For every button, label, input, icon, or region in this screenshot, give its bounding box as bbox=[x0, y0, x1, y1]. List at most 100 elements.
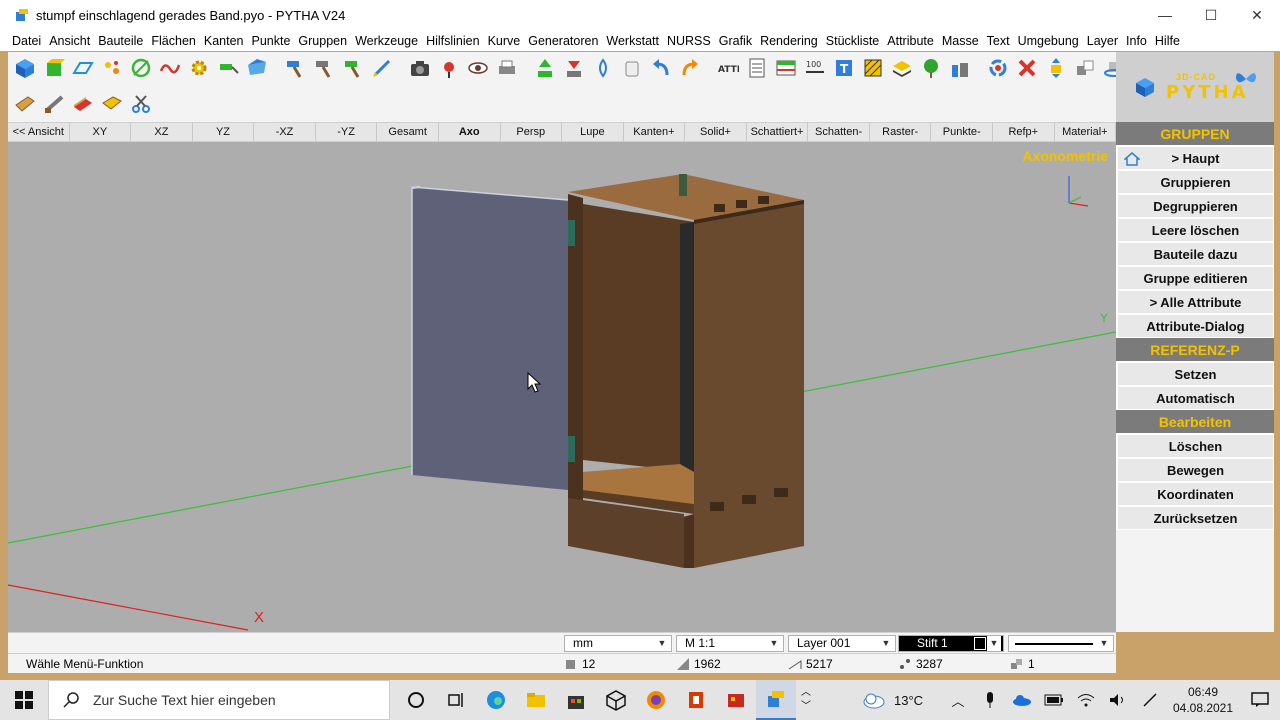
drill-tool-button[interactable] bbox=[215, 54, 241, 82]
view-button[interactable]: Schatten- bbox=[808, 123, 870, 141]
wifi-button[interactable] bbox=[1070, 680, 1102, 720]
firefox-button[interactable] bbox=[636, 680, 676, 720]
menu-datei[interactable]: Datei bbox=[8, 34, 45, 48]
curve-tool-button[interactable] bbox=[157, 54, 183, 82]
panel-item-group[interactable]: Gruppe editieren bbox=[1116, 266, 1274, 290]
panel-item-group[interactable]: Leere löschen bbox=[1116, 218, 1274, 242]
view-button[interactable]: -YZ bbox=[316, 123, 378, 141]
drawer-button[interactable] bbox=[99, 90, 125, 118]
hatch-button[interactable] bbox=[860, 54, 886, 82]
panel-item-edit[interactable]: Bewegen bbox=[1116, 458, 1274, 482]
view-button[interactable]: Material+ bbox=[1055, 123, 1117, 141]
menu-info[interactable]: Info bbox=[1122, 34, 1151, 48]
menu-flaechen[interactable]: Flächen bbox=[147, 34, 199, 48]
eye-button[interactable] bbox=[465, 54, 491, 82]
cube-tool-button[interactable] bbox=[12, 54, 38, 82]
box-tool-button[interactable] bbox=[41, 54, 67, 82]
panel-item-group[interactable]: > Alle Attribute bbox=[1116, 290, 1274, 314]
view-button[interactable]: Gesamt bbox=[377, 123, 439, 141]
edge-browser-button[interactable] bbox=[476, 680, 516, 720]
pen-button[interactable] bbox=[1134, 680, 1166, 720]
panel-item-edit[interactable]: Zurücksetzen bbox=[1116, 506, 1274, 530]
layer-button[interactable] bbox=[889, 54, 915, 82]
menu-generatoren[interactable]: Generatoren bbox=[524, 34, 602, 48]
menu-punkte[interactable]: Punkte bbox=[247, 34, 294, 48]
pen-select[interactable]: Stift 1 ▼ bbox=[898, 635, 1004, 652]
view-button[interactable]: Refp+ bbox=[993, 123, 1055, 141]
hammer-green-button[interactable] bbox=[340, 54, 366, 82]
menu-umgebung[interactable]: Umgebung bbox=[1014, 34, 1083, 48]
export-button[interactable] bbox=[561, 54, 587, 82]
menu-text[interactable]: Text bbox=[983, 34, 1014, 48]
office-button[interactable] bbox=[676, 680, 716, 720]
panel-item-haupt[interactable]: > Haupt bbox=[1116, 146, 1274, 170]
onedrive-button[interactable] bbox=[1006, 680, 1038, 720]
tree-button[interactable] bbox=[918, 54, 944, 82]
menu-kanten[interactable]: Kanten bbox=[200, 34, 248, 48]
scale-select[interactable]: M 1:1 ▼ bbox=[676, 635, 784, 652]
menu-hilfe[interactable]: Hilfe bbox=[1151, 34, 1184, 48]
cut-button[interactable] bbox=[128, 90, 154, 118]
refresh-button[interactable] bbox=[985, 54, 1011, 82]
view-button[interactable]: Punkte- bbox=[931, 123, 993, 141]
menu-attribute[interactable]: Attribute bbox=[883, 34, 938, 48]
close-button[interactable]: ✕ bbox=[1234, 0, 1280, 30]
menu-masse[interactable]: Masse bbox=[938, 34, 983, 48]
panel-item-edit[interactable]: Löschen bbox=[1116, 434, 1274, 458]
taskbar-clock[interactable]: 06:49 04.08.2021 bbox=[1166, 684, 1240, 716]
redo-button[interactable] bbox=[677, 54, 703, 82]
menu-werkzeuge[interactable]: Werkzeuge bbox=[351, 34, 422, 48]
camera-button[interactable] bbox=[407, 54, 433, 82]
door-panel[interactable] bbox=[411, 186, 575, 490]
panel-item-edit[interactable]: Koordinaten bbox=[1116, 482, 1274, 506]
circle-tool-button[interactable] bbox=[128, 54, 154, 82]
menu-gruppen[interactable]: Gruppen bbox=[294, 34, 351, 48]
copy-button[interactable] bbox=[1072, 54, 1098, 82]
battery-button[interactable] bbox=[1038, 680, 1070, 720]
hammer-gray-button[interactable] bbox=[311, 54, 337, 82]
taskbar-search[interactable]: Zur Suche Text hier eingeben bbox=[48, 680, 390, 720]
maximize-button[interactable]: ☐ bbox=[1188, 0, 1234, 30]
panel-item-group[interactable]: Bauteile dazu bbox=[1116, 242, 1274, 266]
app-red-button[interactable] bbox=[716, 680, 756, 720]
light-button[interactable] bbox=[436, 54, 462, 82]
edge-button[interactable] bbox=[70, 90, 96, 118]
menu-nurss[interactable]: NURSS bbox=[663, 34, 715, 48]
move-button[interactable] bbox=[1043, 54, 1069, 82]
view-button[interactable]: XY bbox=[70, 123, 132, 141]
store-button[interactable] bbox=[556, 680, 596, 720]
pen-tool-button[interactable] bbox=[369, 54, 395, 82]
view-button[interactable]: -XZ bbox=[254, 123, 316, 141]
layer-select[interactable]: Layer 001 ▼ bbox=[788, 635, 896, 652]
view-button[interactable]: Axo bbox=[439, 123, 501, 141]
view-button[interactable]: << Ansicht bbox=[8, 123, 70, 141]
view-button[interactable]: Schattiert+ bbox=[747, 123, 809, 141]
menu-hilfslinien[interactable]: Hilfslinien bbox=[422, 34, 484, 48]
view-button[interactable]: Solid+ bbox=[685, 123, 747, 141]
panel-item-group[interactable]: Degruppieren bbox=[1116, 194, 1274, 218]
bucket-button[interactable] bbox=[619, 54, 645, 82]
delete-button[interactable] bbox=[1014, 54, 1040, 82]
cabinet-model[interactable] bbox=[568, 174, 804, 568]
menu-werkstatt[interactable]: Werkstatt bbox=[602, 34, 663, 48]
view-button[interactable]: Lupe bbox=[562, 123, 624, 141]
panel-item-reference[interactable]: Setzen bbox=[1116, 362, 1274, 386]
menu-kurve[interactable]: Kurve bbox=[484, 34, 525, 48]
view-button[interactable]: Raster- bbox=[870, 123, 932, 141]
microphone-button[interactable] bbox=[974, 680, 1006, 720]
cortana-button[interactable] bbox=[396, 680, 436, 720]
panel-item-group[interactable]: Attribute-Dialog bbox=[1116, 314, 1274, 338]
gear-tool-button[interactable] bbox=[186, 54, 212, 82]
sheet-tool-button[interactable] bbox=[244, 54, 270, 82]
pytha-taskbar-button[interactable] bbox=[756, 680, 796, 720]
sparkle-tool-button[interactable] bbox=[99, 54, 125, 82]
task-view-button[interactable] bbox=[436, 680, 476, 720]
volume-button[interactable] bbox=[1102, 680, 1134, 720]
plane-tool-button[interactable] bbox=[70, 54, 96, 82]
view-button[interactable]: XZ bbox=[131, 123, 193, 141]
menu-ansicht[interactable]: Ansicht bbox=[45, 34, 94, 48]
menu-bauteile[interactable]: Bauteile bbox=[94, 34, 147, 48]
hammer-blue-button[interactable] bbox=[282, 54, 308, 82]
unit-select[interactable]: mm ▼ bbox=[564, 635, 672, 652]
panel-item-group[interactable]: Gruppieren bbox=[1116, 170, 1274, 194]
